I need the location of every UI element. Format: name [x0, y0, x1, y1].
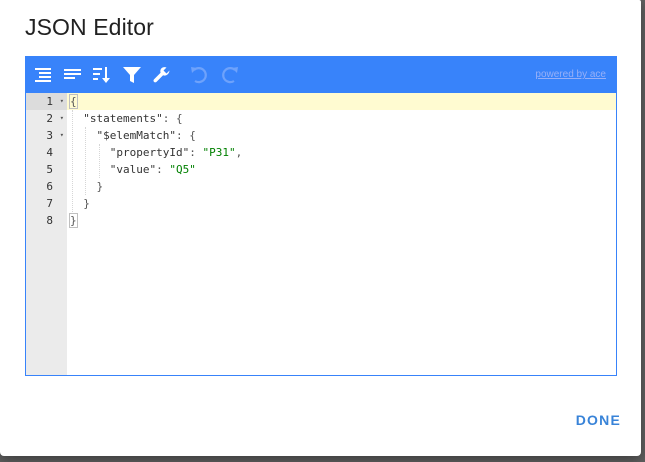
json-punctuation — [70, 163, 110, 176]
gutter-line: 6 — [26, 178, 67, 195]
code-line[interactable]: { — [69, 93, 78, 110]
line-number: 6 — [46, 180, 53, 193]
json-punctuation: : { — [162, 112, 183, 125]
code-line[interactable]: } — [69, 212, 78, 229]
code-line[interactable]: } — [70, 195, 90, 212]
json-string-value: "P31" — [202, 146, 236, 159]
gutter-line: 1 ▾ — [26, 93, 67, 110]
json-string-value: "Q5" — [169, 163, 196, 176]
fold-toggle-icon[interactable]: ▾ — [60, 93, 64, 110]
json-punctuation — [70, 129, 97, 142]
code-area[interactable]: 1 ▾ 2 ▾ 3 ▾ 4 5 6 7 8 { "statements": { "$elemMatc… — [26, 93, 616, 375]
json-key: "statements" — [83, 112, 163, 125]
json-punctuation — [70, 112, 83, 125]
code-line[interactable]: } — [70, 178, 103, 195]
line-number: 3 — [46, 129, 53, 142]
json-key: "value" — [109, 163, 157, 176]
json-key: "$elemMatch" — [96, 129, 176, 142]
code-line[interactable]: "$elemMatch": { — [70, 127, 196, 144]
sort-icon[interactable] — [92, 65, 112, 85]
fold-toggle-icon[interactable]: ▾ — [60, 110, 64, 127]
gutter-line: 7 — [26, 195, 67, 212]
line-number: 1 — [46, 95, 53, 108]
json-punctuation: } — [69, 213, 78, 228]
json-punctuation — [70, 146, 110, 159]
fold-toggle-icon[interactable]: ▾ — [60, 127, 64, 144]
undo-icon[interactable] — [189, 65, 209, 85]
gutter-line: 8 — [26, 212, 67, 229]
line-number: 7 — [46, 197, 53, 210]
json-punctuation: } — [70, 197, 90, 210]
json-punctuation: : { — [175, 129, 196, 142]
repair-icon[interactable] — [152, 65, 172, 85]
line-number: 2 — [46, 112, 53, 125]
json-key: "propertyId" — [109, 146, 190, 159]
json-punctuation: , — [235, 146, 243, 159]
powered-by-ace-link[interactable]: powered by ace — [535, 69, 606, 80]
code-line[interactable]: "statements": { — [70, 110, 183, 127]
done-button[interactable]: DONE — [576, 412, 621, 428]
gutter-line: 3 ▾ — [26, 127, 67, 144]
gutter-line: 4 — [26, 144, 67, 161]
json-editor-dialog: JSON Editor powered by ace 1 ▾ 2 ▾ 3 ▾ 4… — [0, 0, 641, 456]
line-number: 5 — [46, 163, 53, 176]
redo-icon[interactable] — [220, 65, 240, 85]
dialog-title: JSON Editor — [25, 14, 154, 40]
code-lines[interactable]: { "statements": { "$elemMatch": { "prope… — [69, 93, 616, 375]
json-punctuation: { — [69, 94, 78, 109]
json-punctuation: : — [156, 163, 170, 176]
gutter-line: 5 — [26, 161, 67, 178]
json-editor[interactable]: powered by ace 1 ▾ 2 ▾ 3 ▾ 4 5 6 7 8 { "statements… — [25, 56, 617, 376]
compact-icon[interactable] — [63, 65, 83, 85]
filter-icon[interactable] — [122, 65, 142, 85]
editor-toolbar: powered by ace — [26, 57, 616, 93]
line-number: 4 — [46, 146, 53, 159]
gutter-line: 2 ▾ — [26, 110, 67, 127]
code-line[interactable]: "value": "Q5" — [70, 161, 196, 178]
format-icon[interactable] — [34, 65, 54, 85]
code-line[interactable]: "propertyId": "P31", — [70, 144, 242, 161]
json-punctuation: : — [189, 146, 203, 159]
line-number: 8 — [46, 214, 53, 227]
json-punctuation: } — [70, 180, 104, 193]
